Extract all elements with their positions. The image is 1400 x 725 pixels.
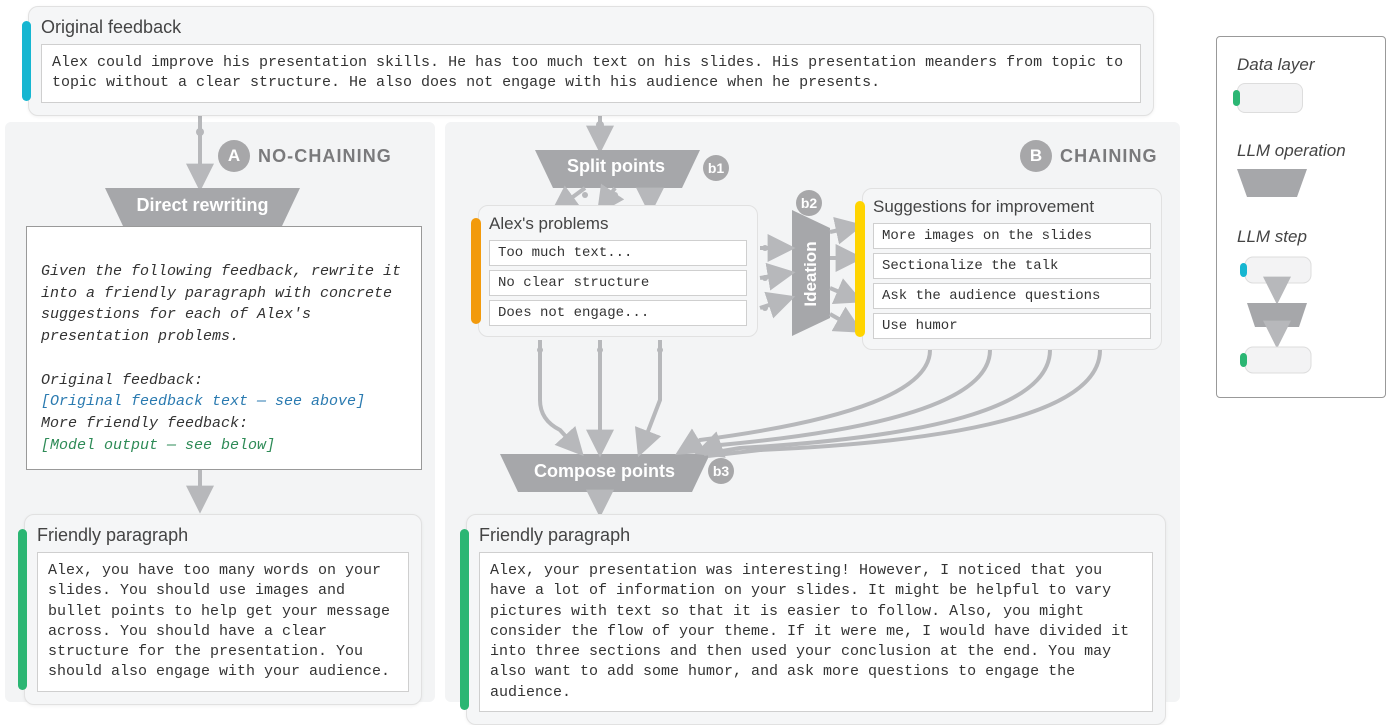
prompt-instruction: Given the following feedback, rewrite it… [41, 263, 410, 345]
badge-b3: b3 [708, 458, 734, 484]
problem-row: Too much text... [489, 240, 747, 266]
friendly-a-text: Alex, you have too many words on your sl… [37, 552, 409, 692]
badge-b-circle: B [1020, 140, 1052, 172]
legend-llm-step-icon [1237, 255, 1327, 375]
legend-data-layer-icon [1237, 83, 1303, 113]
legend-llm-op-label: LLM operation [1237, 141, 1365, 161]
badge-b2-circle: b2 [796, 190, 822, 216]
badge-b1-circle: b1 [703, 155, 729, 181]
section-b-badge: B CHAINING [1020, 140, 1158, 172]
original-feedback-text: Alex could improve his presentation skil… [41, 44, 1141, 103]
suggestion-row: Use humor [873, 313, 1151, 339]
friendly-b-text: Alex, your presentation was interesting!… [479, 552, 1153, 712]
suggestion-row: Sectionalize the talk [873, 253, 1151, 279]
badge-b-label: CHAINING [1060, 146, 1158, 167]
badge-b3-circle: b3 [708, 458, 734, 484]
prompt-output-placeholder: [Model output — see below] [41, 437, 275, 454]
problems-title: Alex's problems [489, 214, 747, 234]
friendly-a-card: Friendly paragraph Alex, you have too ma… [24, 514, 422, 705]
friendly-b-title: Friendly paragraph [479, 525, 1153, 546]
suggestion-row: Ask the audience questions [873, 283, 1151, 309]
original-feedback-title: Original feedback [41, 17, 1141, 38]
problem-row: No clear structure [489, 270, 747, 296]
prompt-orig-placeholder: [Original feedback text — see above] [41, 393, 365, 410]
prompt-orig-label: Original feedback: [41, 372, 203, 389]
badge-b2: b2 [796, 190, 822, 216]
suggestions-card: Suggestions for improvement More images … [862, 188, 1162, 350]
badge-b1: b1 [703, 155, 729, 181]
badge-a-circle: A [218, 140, 250, 172]
legend-llm-op-icon [1237, 169, 1307, 199]
original-feedback-card: Original feedback Alex could improve his… [28, 6, 1154, 116]
legend-panel: Data layer LLM operation LLM step [1216, 36, 1386, 398]
problem-row: Does not engage... [489, 300, 747, 326]
problems-card: Alex's problems Too much text... No clea… [478, 205, 758, 337]
suggestion-row: More images on the slides [873, 223, 1151, 249]
friendly-b-card: Friendly paragraph Alex, your presentati… [466, 514, 1166, 725]
friendly-a-title: Friendly paragraph [37, 525, 409, 546]
suggestions-title: Suggestions for improvement [873, 197, 1151, 217]
prompt-more-label: More friendly feedback: [41, 415, 248, 432]
badge-a-label: NO-CHAINING [258, 146, 392, 167]
section-a-badge: A NO-CHAINING [218, 140, 392, 172]
prompt-box: Given the following feedback, rewrite it… [26, 226, 422, 470]
legend-llm-step-label: LLM step [1237, 227, 1365, 247]
legend-data-layer-label: Data layer [1237, 55, 1365, 75]
